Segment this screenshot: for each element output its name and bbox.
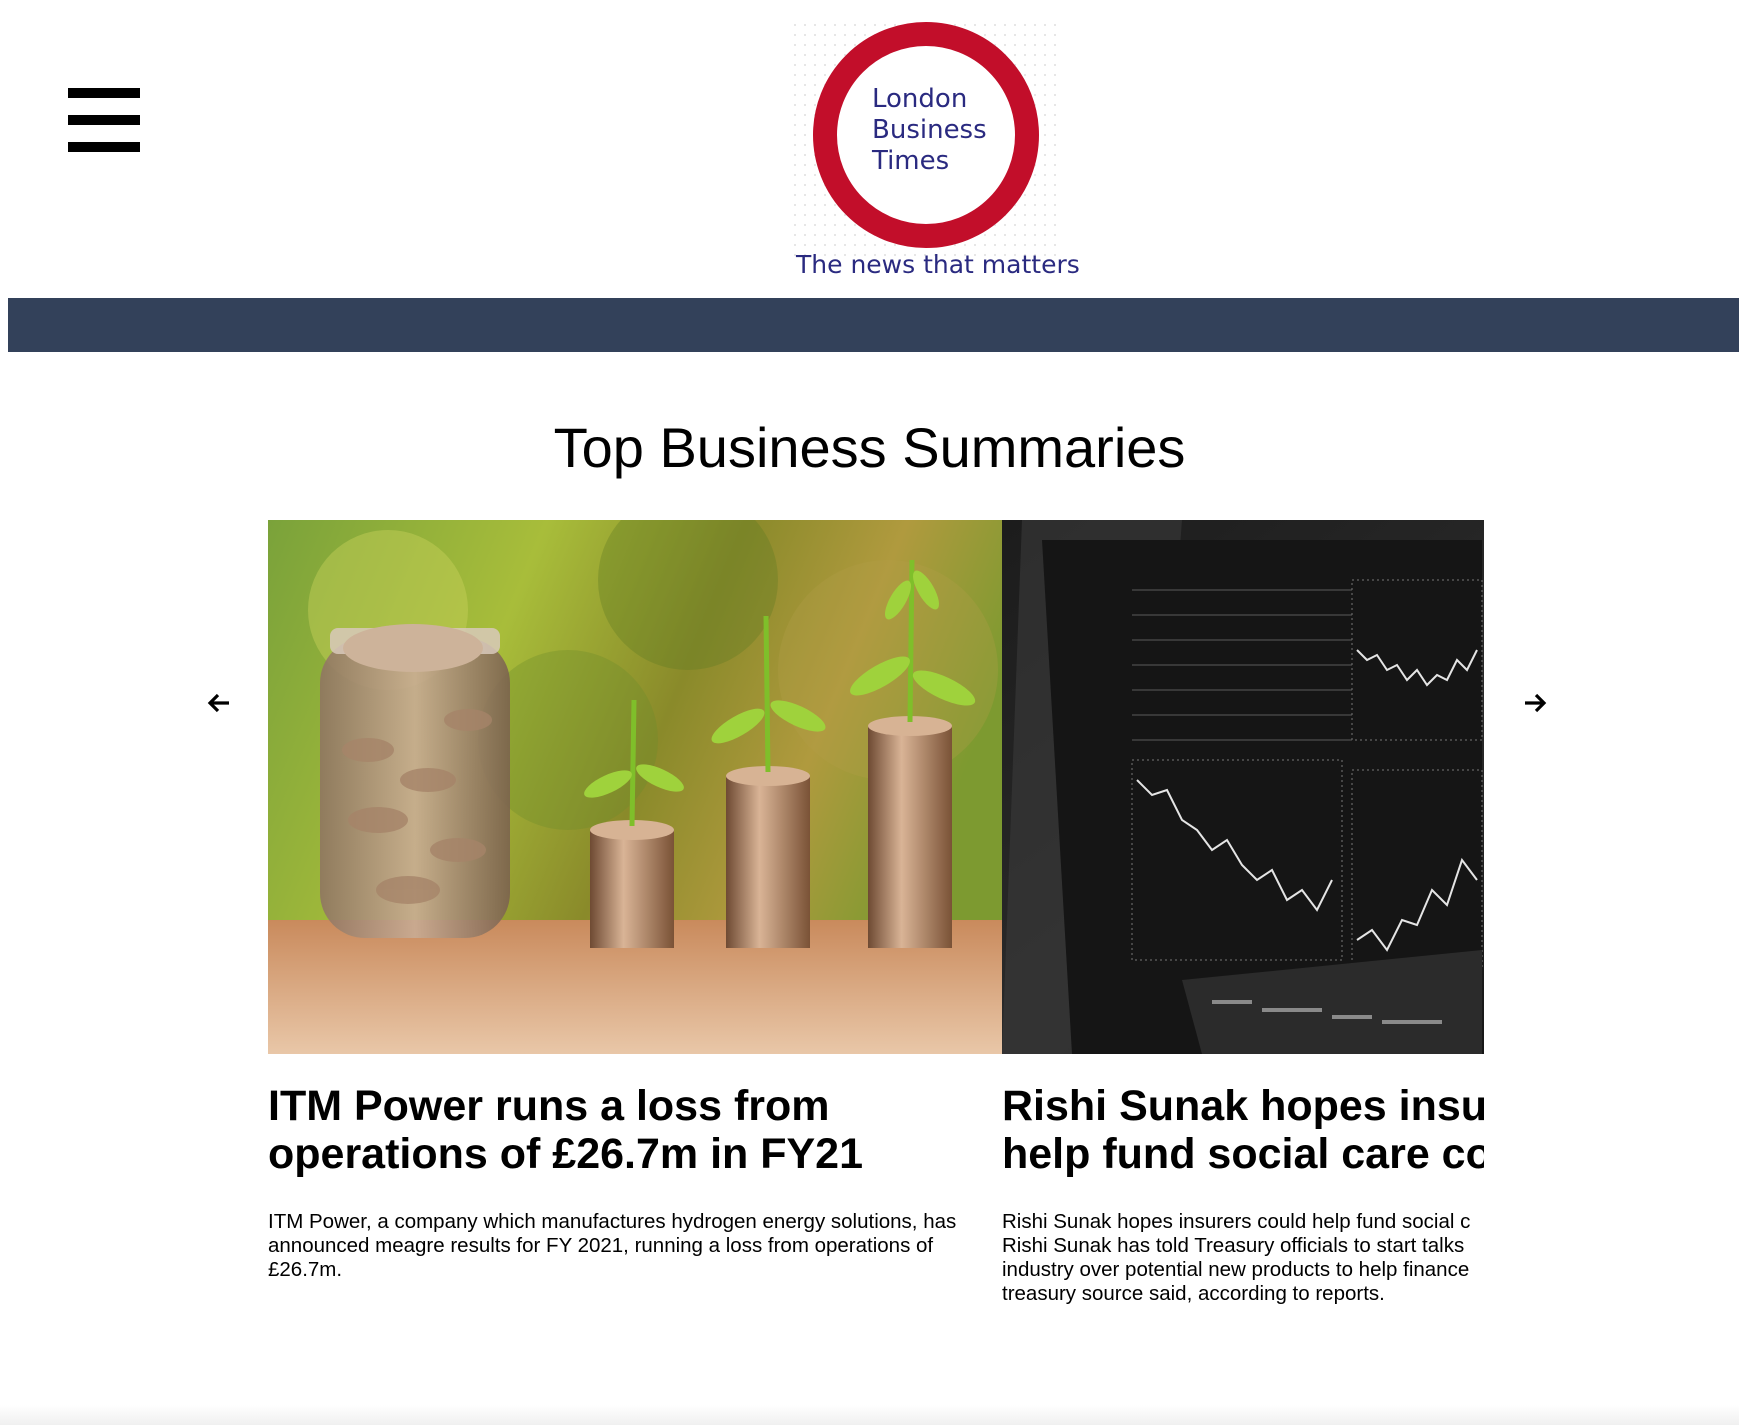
- article-title-line: help fund social care co: [1002, 1130, 1484, 1178]
- menu-bar-middle: [68, 115, 140, 125]
- carousel-next-button[interactable]: [1520, 688, 1550, 718]
- stock-market-screen-photo[interactable]: [1002, 520, 1484, 1054]
- article-summary-line: Rishi Sunak has told Treasury officials …: [1002, 1234, 1465, 1257]
- article-summary-line: industry over potential new products to …: [1002, 1258, 1470, 1281]
- logo-wordmark: London Business Times: [872, 84, 987, 176]
- menu-bar-top: [68, 88, 140, 98]
- article-title-line: ITM Power runs a loss from: [268, 1082, 830, 1130]
- article-card[interactable]: ITM Power runs a loss from operations of…: [268, 520, 1002, 1320]
- stock-market-screen-image: [1002, 520, 1484, 1054]
- article-title[interactable]: Rishi Sunak hopes insu help fund social …: [1002, 1082, 1484, 1178]
- page: London Business Times The news that matt…: [0, 0, 1739, 1425]
- page-bottom-edge: [0, 1405, 1739, 1425]
- carousel-track: ITM Power runs a loss from operations of…: [268, 520, 1484, 1320]
- logo-tagline: The news that matters: [796, 250, 1080, 279]
- navigation-bar: [8, 298, 1739, 352]
- coins-and-plants-image: [268, 520, 1002, 1054]
- carousel-prev-button[interactable]: [204, 688, 234, 718]
- section-title: Top Business Summaries: [553, 416, 1186, 479]
- arrow-right-icon: [1525, 693, 1547, 713]
- arrow-left-icon: [207, 693, 229, 713]
- article-card[interactable]: Rishi Sunak hopes insu help fund social …: [1002, 520, 1484, 1320]
- article-title-line: operations of £26.7m in FY21: [268, 1130, 864, 1178]
- hamburger-menu-icon[interactable]: [68, 88, 140, 152]
- article-summary: Rishi Sunak hopes insurers could help fu…: [1002, 1210, 1484, 1306]
- site-logo[interactable]: London Business Times The news that matt…: [790, 20, 1080, 282]
- article-summary: ITM Power, a company which manufactures …: [268, 1210, 957, 1281]
- article-summary-line: Rishi Sunak hopes insurers could help fu…: [1002, 1210, 1471, 1233]
- summaries-carousel[interactable]: ITM Power runs a loss from operations of…: [268, 520, 1484, 1320]
- article-title[interactable]: ITM Power runs a loss from operations of…: [268, 1082, 1002, 1178]
- coins-and-plants-photo[interactable]: [268, 520, 1002, 1054]
- article-title-line: Rishi Sunak hopes insu: [1002, 1082, 1484, 1130]
- menu-bar-bottom: [68, 142, 140, 152]
- article-summary-line: treasury source said, according to repor…: [1002, 1282, 1385, 1305]
